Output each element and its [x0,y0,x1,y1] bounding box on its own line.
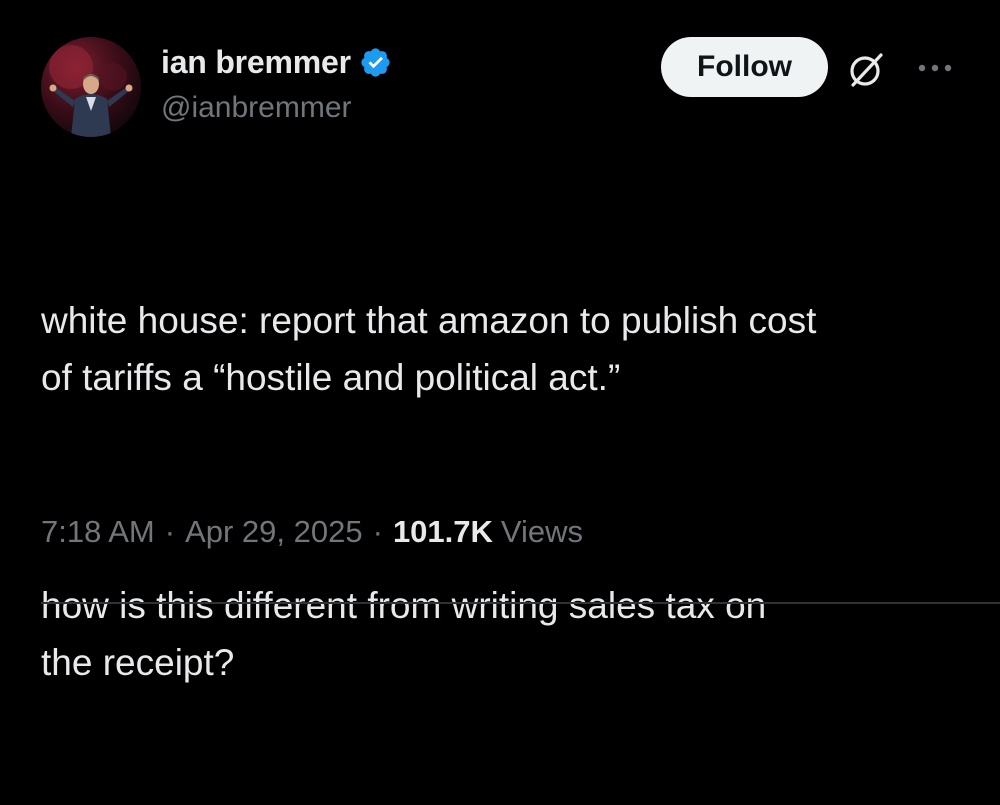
verified-badge-icon[interactable] [359,46,392,79]
author-name-row: ian bremmer [161,42,392,82]
meta-separator: · [164,514,176,549]
tweet-paragraph: white house: report that amazon to publi… [41,300,817,398]
grok-icon[interactable] [845,49,887,91]
tweet-time[interactable]: 7:18 AM [41,514,155,550]
author-handle[interactable]: @ianbremmer [161,91,352,125]
divider [41,602,1000,604]
follow-button[interactable]: Follow [661,37,828,97]
author-display-name[interactable]: ian bremmer [161,44,351,81]
tweet-paragraph: how is this different from writing sales… [41,585,767,683]
tweet-card: ian bremmer @ianbremmer Follow white hou… [0,0,1000,683]
tweet-date[interactable]: Apr 29, 2025 [185,514,363,550]
avatar[interactable] [41,37,141,137]
views-count: 101.7K [392,514,493,549]
more-horizontal-icon[interactable] [915,58,955,78]
meta-separator: · [372,514,383,549]
avatar-image [49,45,133,137]
views-label: Views [500,514,584,549]
tweet-text: white house: report that amazon to publi… [41,178,971,805]
tweet-meta: 7:18 AM · Apr 29, 2025 · 101.7K Views [41,514,583,550]
